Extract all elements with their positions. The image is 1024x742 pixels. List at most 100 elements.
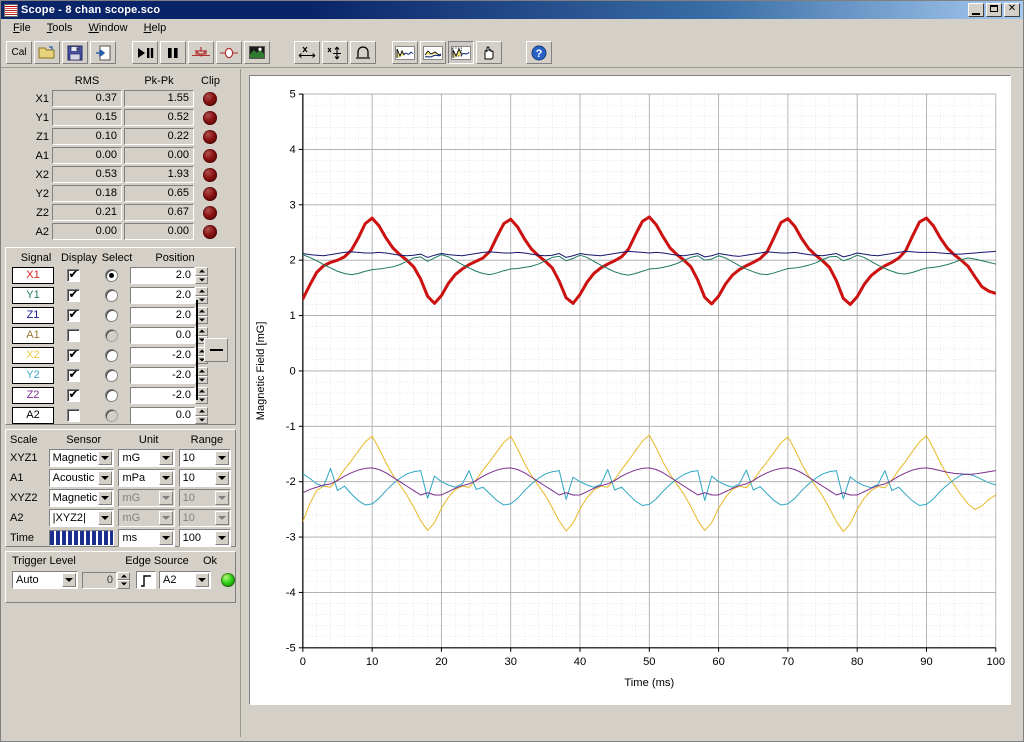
- position-value-y1[interactable]: 2.0: [130, 287, 195, 304]
- snapshot-button[interactable]: [244, 41, 270, 64]
- position-value-a1[interactable]: 0.0: [130, 327, 195, 344]
- position-stepper-x1[interactable]: 2.0: [130, 267, 208, 284]
- position-value-a2[interactable]: 0.0: [130, 407, 195, 424]
- chevron-down-icon[interactable]: [215, 491, 229, 505]
- chevron-down-icon[interactable]: [195, 573, 209, 587]
- time-unit-combo[interactable]: ms: [118, 529, 175, 547]
- signal-name-x1[interactable]: X1: [12, 267, 54, 284]
- close-button[interactable]: ✕: [1004, 3, 1020, 17]
- chevron-down-icon[interactable]: [215, 531, 229, 545]
- chevron-down-icon[interactable]: [158, 451, 173, 465]
- pause-button[interactable]: [160, 41, 186, 64]
- select-radio-z2[interactable]: [104, 389, 118, 402]
- chevron-down-icon[interactable]: [158, 491, 173, 505]
- position-value-y2[interactable]: -2.0: [130, 367, 195, 384]
- sensor-combo-a2[interactable]: |XYZ2|: [48, 509, 115, 527]
- display-checkbox-y1[interactable]: [66, 287, 80, 302]
- spin-up-icon[interactable]: [195, 287, 208, 296]
- position-stepper-a2[interactable]: 0.0: [130, 407, 208, 424]
- sensor-combo-xyz2[interactable]: Magnetic: [48, 489, 115, 507]
- trigger-level-stepper[interactable]: 0: [82, 571, 130, 589]
- select-radio-y1[interactable]: [104, 289, 118, 302]
- channel-link-button[interactable]: [204, 338, 228, 362]
- position-value-z2[interactable]: -2.0: [130, 387, 195, 404]
- chevron-down-icon[interactable]: [215, 451, 229, 465]
- display-checkbox-z2[interactable]: [66, 387, 80, 402]
- select-radio-x2[interactable]: [104, 349, 118, 362]
- save-button[interactable]: [62, 41, 88, 64]
- range-combo-xyz2[interactable]: 10: [178, 489, 231, 507]
- sensor-combo-xyz1[interactable]: Magnetic: [48, 449, 115, 467]
- signal-name-y1[interactable]: Y1: [12, 287, 54, 304]
- run-button[interactable]: [132, 41, 158, 64]
- position-value-z1[interactable]: 2.0: [130, 307, 195, 324]
- spin-up-icon[interactable]: [195, 407, 208, 416]
- trigger-level-value[interactable]: 0: [82, 571, 117, 589]
- select-radio-y2[interactable]: [104, 369, 118, 382]
- maximize-button[interactable]: [986, 3, 1002, 17]
- waveform-view-button[interactable]: [392, 41, 418, 64]
- signal-name-z2[interactable]: Z2: [12, 387, 54, 404]
- display-checkbox-z1[interactable]: [66, 307, 80, 322]
- signal-name-y2[interactable]: Y2: [12, 367, 54, 384]
- display-checkbox-x2[interactable]: [66, 347, 80, 362]
- display-checkbox-a1[interactable]: [66, 329, 80, 342]
- chevron-down-icon[interactable]: [215, 471, 229, 485]
- unit-combo-xyz1[interactable]: mG: [118, 449, 175, 467]
- trigger-level-spin-buttons[interactable]: [117, 571, 130, 589]
- trigger-mode-combo[interactable]: Auto: [12, 571, 78, 589]
- spectrum-view-button[interactable]: [420, 41, 446, 64]
- unit-combo-a2[interactable]: mG: [118, 509, 175, 527]
- select-radio-a2[interactable]: [104, 409, 118, 422]
- range-combo-a1[interactable]: 10: [178, 469, 231, 487]
- trigger-source-combo[interactable]: A2: [159, 571, 211, 589]
- minimize-button[interactable]: [968, 3, 984, 17]
- menu-help[interactable]: Help: [136, 20, 175, 36]
- zoom-select-button[interactable]: [448, 41, 474, 64]
- chevron-down-icon[interactable]: [215, 511, 229, 525]
- export-button[interactable]: [90, 41, 116, 64]
- menu-tools[interactable]: Tools: [39, 20, 81, 36]
- help-button[interactable]: ?: [526, 41, 552, 64]
- zero-button[interactable]: [216, 41, 242, 64]
- range-combo-xyz1[interactable]: 10: [178, 449, 231, 467]
- chevron-down-icon[interactable]: [62, 573, 76, 587]
- pan-button[interactable]: [476, 41, 502, 64]
- time-range-combo[interactable]: 100: [178, 529, 231, 547]
- chart-frame[interactable]: -5 -4 -3 -2 -1 0 1 2 3 4 5 0 10 20 30 40 50 60 70 80 90 100 Ti…: [249, 75, 1011, 705]
- edge-slope-button[interactable]: [136, 571, 156, 589]
- trigger-level-button[interactable]: [188, 41, 214, 64]
- magnet-button[interactable]: [350, 41, 376, 64]
- spin-up-icon[interactable]: [195, 267, 208, 276]
- signal-name-a1[interactable]: A1: [12, 327, 54, 344]
- spin-down-icon[interactable]: [195, 275, 208, 284]
- range-combo-a2[interactable]: 10: [178, 509, 231, 527]
- position-value-x2[interactable]: -2.0: [130, 347, 195, 364]
- chevron-down-icon[interactable]: [158, 471, 173, 485]
- select-radio-x1[interactable]: [104, 269, 118, 282]
- display-checkbox-x1[interactable]: [66, 267, 80, 282]
- unit-combo-a1[interactable]: mPa: [118, 469, 175, 487]
- unit-combo-xyz2[interactable]: mG: [118, 489, 175, 507]
- chevron-down-icon[interactable]: [98, 471, 113, 485]
- menu-file[interactable]: File: [5, 20, 39, 36]
- scope-chart[interactable]: -5-4-3-2-10123450 10 20 30 40 50 60 70 80 90 100Ti…: [250, 76, 1010, 704]
- select-radio-z1[interactable]: [104, 309, 118, 322]
- time-slider[interactable]: [48, 530, 115, 546]
- calibrate-button[interactable]: Cal: [6, 41, 32, 64]
- spin-up-icon[interactable]: [117, 571, 130, 580]
- chevron-down-icon[interactable]: [98, 451, 113, 465]
- signal-name-x2[interactable]: X2: [12, 347, 54, 364]
- x-cursor-button[interactable]: [294, 41, 320, 64]
- spin-down-icon[interactable]: [117, 580, 130, 589]
- sensor-combo-a1[interactable]: Acoustic: [48, 469, 115, 487]
- chevron-down-icon[interactable]: [98, 511, 113, 525]
- open-button[interactable]: [34, 41, 60, 64]
- y-cursor-button[interactable]: [322, 41, 348, 64]
- signal-name-z1[interactable]: Z1: [12, 307, 54, 324]
- chevron-down-icon[interactable]: [98, 491, 113, 505]
- menu-window[interactable]: Window: [80, 20, 135, 36]
- signal-name-a2[interactable]: A2: [12, 407, 54, 424]
- position-value-x1[interactable]: 2.0: [130, 267, 195, 284]
- display-checkbox-y2[interactable]: [66, 367, 80, 382]
